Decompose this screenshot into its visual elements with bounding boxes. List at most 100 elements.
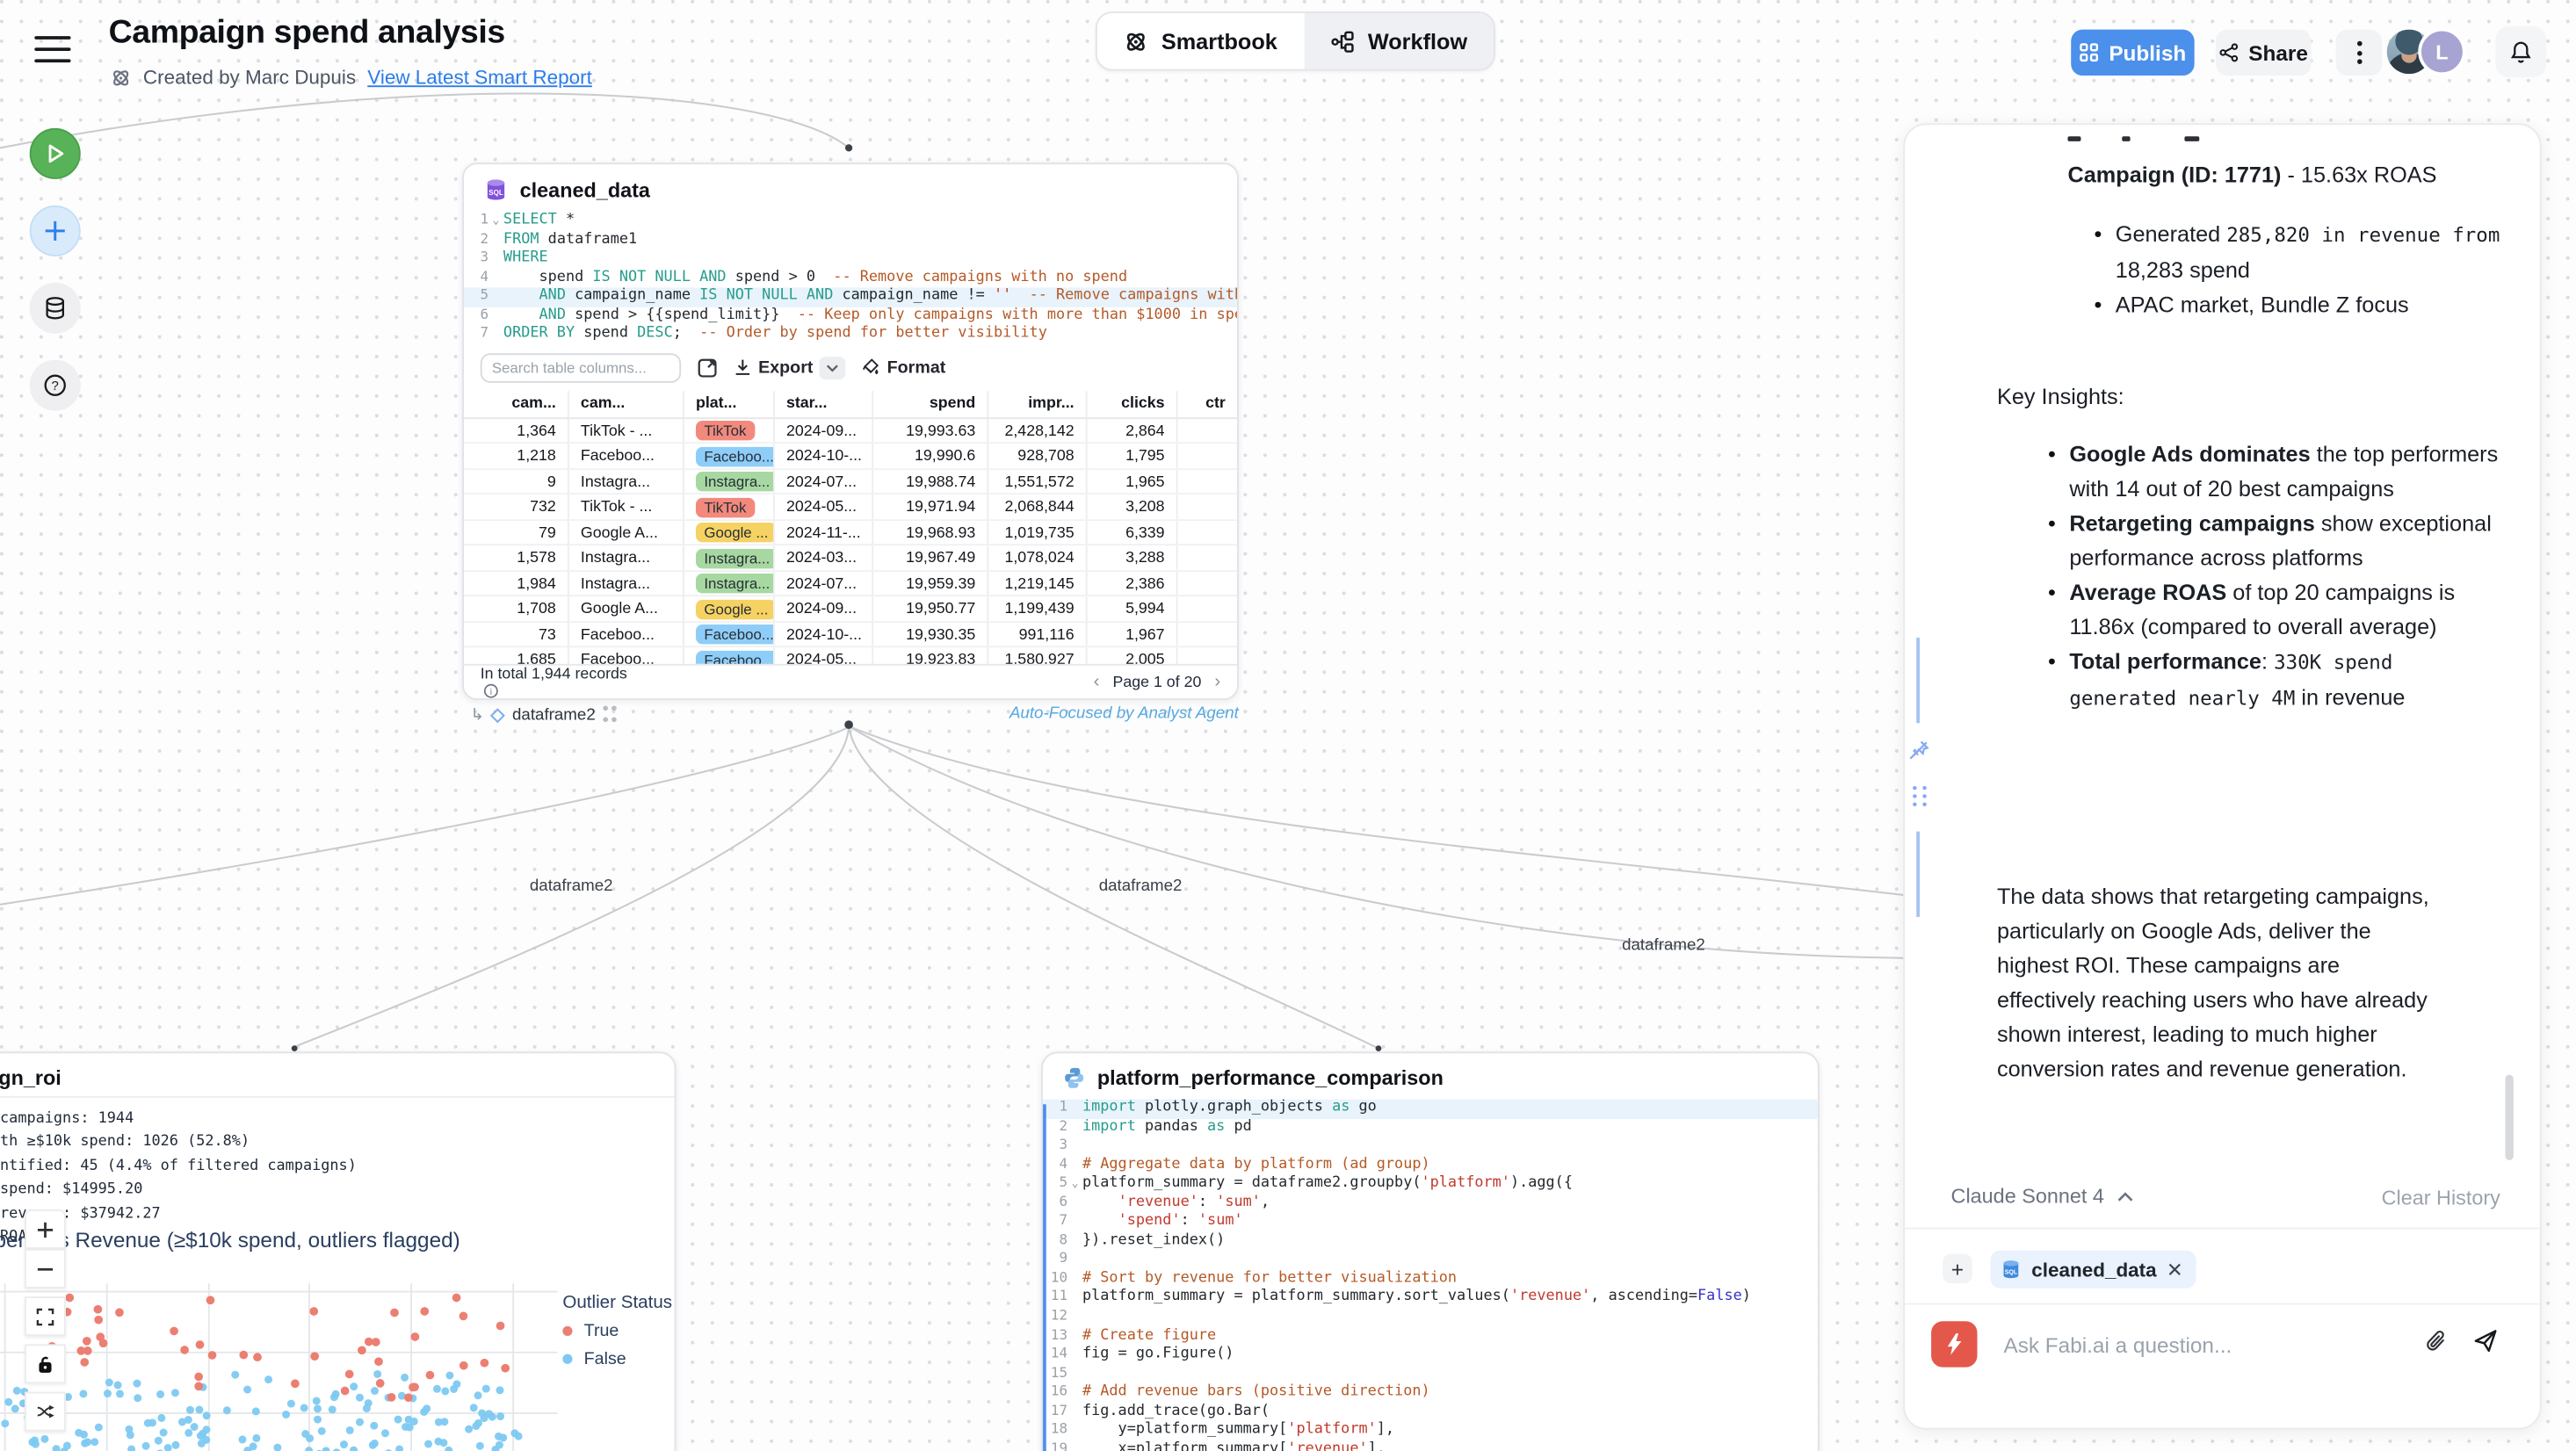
column-header[interactable]: plat... (684, 391, 775, 417)
chart-cell-header[interactable]: campaign_roi (0, 1053, 675, 1094)
share-button[interactable]: Share (2216, 30, 2312, 76)
panel-drag-handle[interactable] (1910, 783, 1929, 808)
send-button[interactable] (2472, 1328, 2499, 1354)
column-header[interactable]: star... (775, 391, 873, 417)
edge-label-dataframe2: dataframe2 (530, 877, 613, 896)
column-header[interactable]: ctr (1178, 391, 1237, 417)
code-line: 9 (1043, 1251, 1818, 1270)
smartbook-icon (1124, 29, 1148, 54)
result-table[interactable]: cam...cam...plat...star...spendimpr...cl… (464, 391, 1237, 674)
help-button[interactable]: ? (30, 360, 81, 411)
table-row[interactable]: 732TikTok - ...TikTok2024-05...19,971.94… (464, 495, 1237, 521)
next-page-button[interactable]: › (1214, 672, 1220, 691)
collaborator-avatar[interactable]: L (2418, 28, 2465, 76)
clipped-text-remnant (2122, 136, 2130, 141)
table-row[interactable]: 1,578Instagra...Instagra...2024-03...19,… (464, 546, 1237, 572)
table-cell: Google A... (569, 597, 684, 621)
info-icon: i (483, 683, 498, 698)
connector-dot-top[interactable] (845, 144, 852, 151)
shuffle-button[interactable] (25, 1392, 66, 1432)
context-chip-label: cleaned_data (2031, 1258, 2156, 1281)
plot-modebar (25, 1209, 66, 1432)
column-header[interactable]: impr... (988, 391, 1087, 417)
python-cell-platform-performance[interactable]: platform_performance_comparison 1import … (1041, 1051, 1820, 1451)
attach-file-button[interactable] (2425, 1330, 2448, 1354)
table-row[interactable]: 79Google A...Google ...2024-11-...19,968… (464, 521, 1237, 546)
export-dropdown[interactable] (820, 357, 846, 379)
connector-dot-code (1376, 1045, 1382, 1051)
chart-cell-campaign-roi[interactable]: campaign_roi Total valid campaigns: 1944… (0, 1051, 677, 1451)
legend-item-true[interactable]: True (562, 1321, 672, 1340)
table-cell (1178, 470, 1237, 494)
prev-page-button[interactable]: ‹ (1094, 672, 1100, 691)
code-line: 10# Sort by revenue for better visualiza… (1043, 1270, 1818, 1289)
connector-dot-bottom[interactable] (844, 720, 853, 729)
legend-item-false[interactable]: False (562, 1349, 672, 1368)
add-cell-button[interactable] (30, 206, 81, 256)
platform-cell: Faceboo... (684, 444, 775, 468)
platform-badge: Google ... (696, 599, 775, 618)
run-all-button[interactable] (30, 128, 81, 179)
model-selector[interactable]: Claude Sonnet 4 (1951, 1185, 2134, 1208)
drag-handle-icon[interactable]: ●●●● (602, 704, 619, 726)
lock-axes-button[interactable] (25, 1344, 66, 1383)
python-editor[interactable]: 1import plotly.graph_objects as go2impor… (1043, 1100, 1818, 1451)
workflow-canvas[interactable]: dataframe2 dataframe2 dataframe2 datafra… (0, 0, 2576, 1451)
context-chip-cleaned-data[interactable]: SQL cleaned_data ✕ (1990, 1251, 2196, 1289)
code-line: 7 'spend': 'sum' (1043, 1213, 1818, 1232)
view-toggle[interactable]: Smartbook Workflow (1096, 11, 1495, 70)
column-header[interactable]: cam... (464, 391, 569, 417)
ai-assistant-panel[interactable]: Campaign (ID: 1771) - 15.63x ROAS Genera… (1903, 123, 2541, 1429)
expand-table-icon[interactable] (698, 358, 717, 378)
table-cell (1178, 521, 1237, 545)
table-cell: Faceboo... (569, 444, 684, 468)
table-cell: 1,019,735 (988, 521, 1087, 545)
table-row[interactable]: 1,984Instagra...Instagra...2024-07...19,… (464, 572, 1237, 597)
sql-editor[interactable]: 1⌄SELECT *2FROM dataframe13WHERE4 spend … (464, 212, 1237, 344)
sql-cell-cleaned-data[interactable]: SQL cleaned_data 1⌄SELECT *2FROM datafra… (462, 162, 1239, 700)
table-cell: 1,984 (464, 572, 569, 596)
export-button[interactable]: Export (734, 357, 846, 379)
table-row[interactable]: 73Faceboo...Faceboo...2024-10-...19,930.… (464, 623, 1237, 648)
platform-badge: Faceboo... (696, 446, 775, 466)
ask-fabi-input[interactable] (2001, 1325, 2412, 1364)
view-latest-smart-report-link[interactable]: View Latest Smart Report (367, 66, 592, 89)
column-header[interactable]: spend (873, 391, 988, 417)
sql-output-dataframe[interactable]: ↳ dataframe2 ●●●● (470, 704, 619, 726)
plot-legend[interactable]: Outlier Status True False (562, 1293, 672, 1368)
tab-smartbook[interactable]: Smartbook (1097, 13, 1304, 69)
sql-cell-header[interactable]: SQL cleaned_data (464, 164, 1237, 207)
platform-cell: Faceboo... (684, 623, 775, 646)
table-row[interactable]: 1,218Faceboo...Faceboo...2024-10-...19,9… (464, 444, 1237, 470)
platform-badge: TikTok (696, 421, 755, 440)
table-row[interactable]: 9Instagra...Instagra...2024-07...19,988.… (464, 470, 1237, 495)
python-cell-header[interactable]: platform_performance_comparison (1043, 1053, 1818, 1094)
platform-cell: Google ... (684, 597, 775, 621)
column-header[interactable]: clicks (1088, 391, 1178, 417)
table-row[interactable]: 1,364TikTok - ...TikTok2024-09...19,993.… (464, 419, 1237, 444)
tab-workflow[interactable]: Workflow (1304, 13, 1494, 69)
zoom-out-button[interactable] (25, 1249, 66, 1289)
remove-context-icon[interactable]: ✕ (2167, 1258, 2183, 1281)
table-cell: 9 (464, 470, 569, 494)
scatter-plot[interactable] (0, 1283, 558, 1451)
autoscale-button[interactable] (25, 1296, 66, 1336)
scrollbar-thumb[interactable] (2505, 1075, 2514, 1160)
format-button[interactable]: Format (863, 358, 946, 378)
unpin-panel-icon[interactable] (1907, 738, 1931, 762)
add-context-button[interactable]: + (1943, 1253, 1972, 1283)
data-sources-button[interactable] (30, 283, 81, 334)
table-row[interactable]: 1,708Google A...Google ...2024-09...19,9… (464, 597, 1237, 623)
connector-dot-chart (292, 1045, 298, 1051)
more-options-button[interactable] (2336, 30, 2382, 76)
hamburger-menu-icon[interactable] (34, 36, 70, 66)
notifications-button[interactable] (2495, 26, 2546, 77)
column-header[interactable]: cam... (569, 391, 684, 417)
clear-history-button[interactable]: Clear History (2382, 1187, 2500, 1209)
zoom-in-button[interactable] (25, 1209, 66, 1249)
table-cell: 1,551,572 (988, 470, 1087, 494)
publish-button[interactable]: Publish (2071, 30, 2194, 76)
platform-cell: Instagra... (684, 546, 775, 570)
search-table-columns-input[interactable] (481, 353, 681, 383)
table-cell: 2024-03... (775, 546, 873, 570)
